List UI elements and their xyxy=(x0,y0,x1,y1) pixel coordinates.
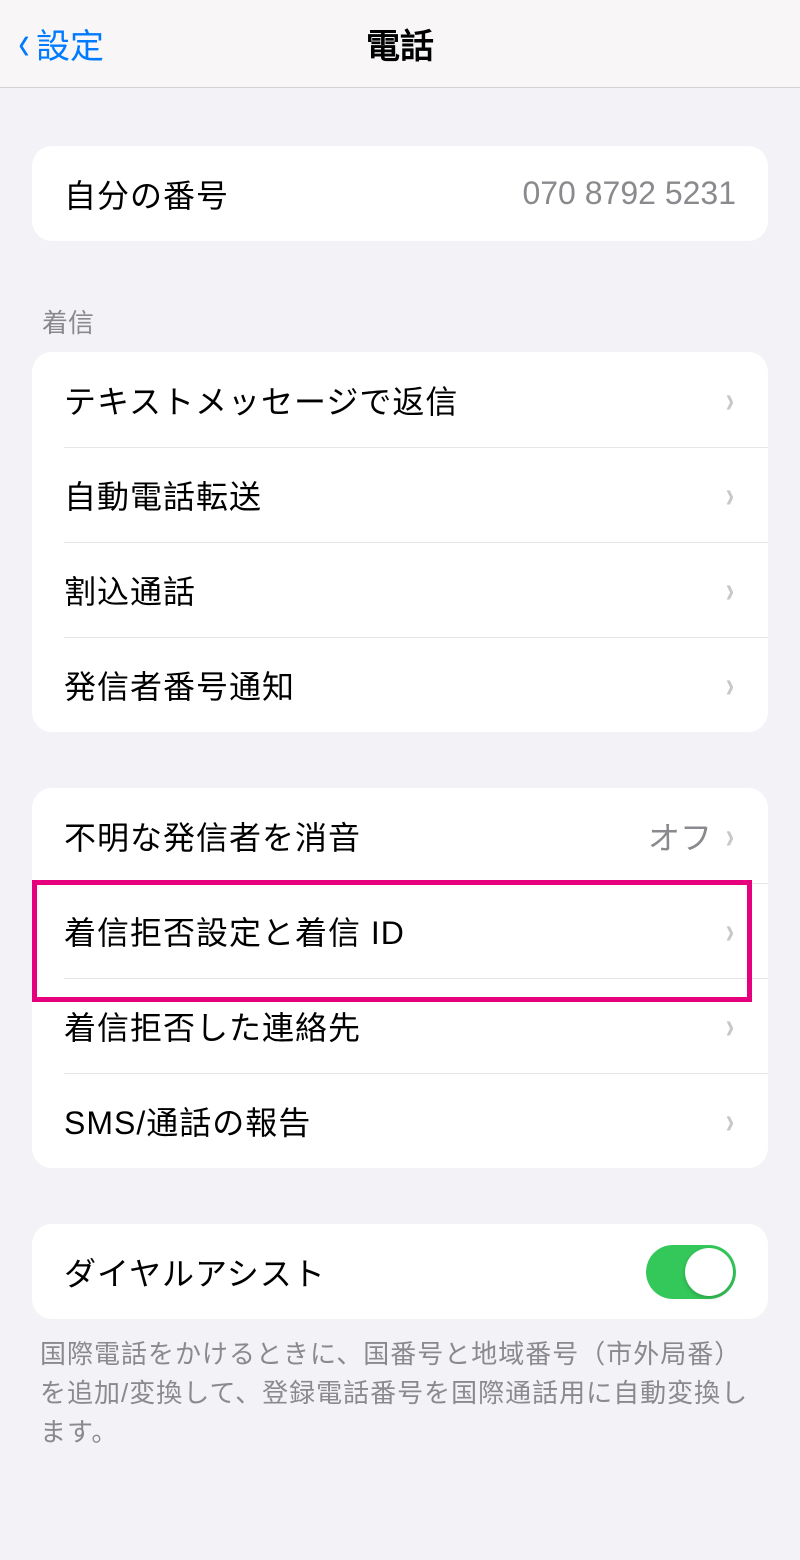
row-my-number[interactable]: 自分の番号 070 8792 5231 xyxy=(32,146,768,241)
row-reply-with-text[interactable]: テキストメッセージで返信 › xyxy=(32,352,768,447)
row-dial-assist[interactable]: ダイヤルアシスト xyxy=(32,1224,768,1319)
row-call-blocking-id[interactable]: 着信拒否設定と着信 ID › xyxy=(32,883,768,978)
back-button[interactable]: ‹ 設定 xyxy=(16,19,104,68)
chevron-right-icon: › xyxy=(726,379,734,421)
group-my-number: 自分の番号 070 8792 5231 xyxy=(32,146,768,241)
chevron-right-icon: › xyxy=(726,474,734,516)
silence-unknown-value: オフ xyxy=(648,813,712,859)
silence-unknown-label: 不明な発信者を消音 xyxy=(64,813,361,859)
row-sms-call-report[interactable]: SMS/通話の報告 › xyxy=(32,1073,768,1168)
call-forwarding-label: 自動電話転送 xyxy=(64,472,262,518)
call-blocking-id-label: 着信拒否設定と着信 ID xyxy=(64,908,405,954)
chevron-left-icon: ‹ xyxy=(18,20,29,68)
dial-assist-label: ダイヤルアシスト xyxy=(64,1249,326,1295)
group-incoming: テキストメッセージで返信 › 自動電話転送 › 割込通話 › 発信者番号通知 › xyxy=(32,352,768,732)
sms-call-report-label: SMS/通話の報告 xyxy=(64,1098,311,1144)
dial-assist-footer: 国際電話をかけるときに、国番号と地域番号（市外局番）を追加/変換して、登録電話番… xyxy=(32,1319,768,1452)
chevron-right-icon: › xyxy=(726,815,734,857)
my-number-label: 自分の番号 xyxy=(64,171,229,217)
row-blocked-contacts[interactable]: 着信拒否した連絡先 › xyxy=(32,978,768,1073)
chevron-right-icon: › xyxy=(726,664,734,706)
chevron-right-icon: › xyxy=(726,1005,734,1047)
my-number-value: 070 8792 5231 xyxy=(522,175,736,212)
page-title: 電話 xyxy=(0,19,800,68)
chevron-right-icon: › xyxy=(726,569,734,611)
row-caller-id[interactable]: 発信者番号通知 › xyxy=(32,637,768,732)
row-silence-unknown[interactable]: 不明な発信者を消音 オフ › xyxy=(32,788,768,883)
chevron-right-icon: › xyxy=(726,1100,734,1142)
row-call-forwarding[interactable]: 自動電話転送 › xyxy=(32,447,768,542)
navigation-bar: ‹ 設定 電話 xyxy=(0,0,800,88)
call-waiting-label: 割込通話 xyxy=(64,567,196,613)
group-blocking: 不明な発信者を消音 オフ › 着信拒否設定と着信 ID › 着信拒否した連絡先 … xyxy=(32,788,768,1168)
toggle-knob-icon xyxy=(685,1248,733,1296)
group-dial-assist: ダイヤルアシスト xyxy=(32,1224,768,1319)
blocked-contacts-label: 着信拒否した連絡先 xyxy=(64,1003,361,1049)
group-header-incoming: 着信 xyxy=(32,291,768,352)
dial-assist-toggle[interactable] xyxy=(646,1245,736,1299)
row-call-waiting[interactable]: 割込通話 › xyxy=(32,542,768,637)
caller-id-label: 発信者番号通知 xyxy=(64,662,295,708)
chevron-right-icon: › xyxy=(726,910,734,952)
reply-with-text-label: テキストメッセージで返信 xyxy=(64,377,458,423)
back-label: 設定 xyxy=(36,19,104,68)
